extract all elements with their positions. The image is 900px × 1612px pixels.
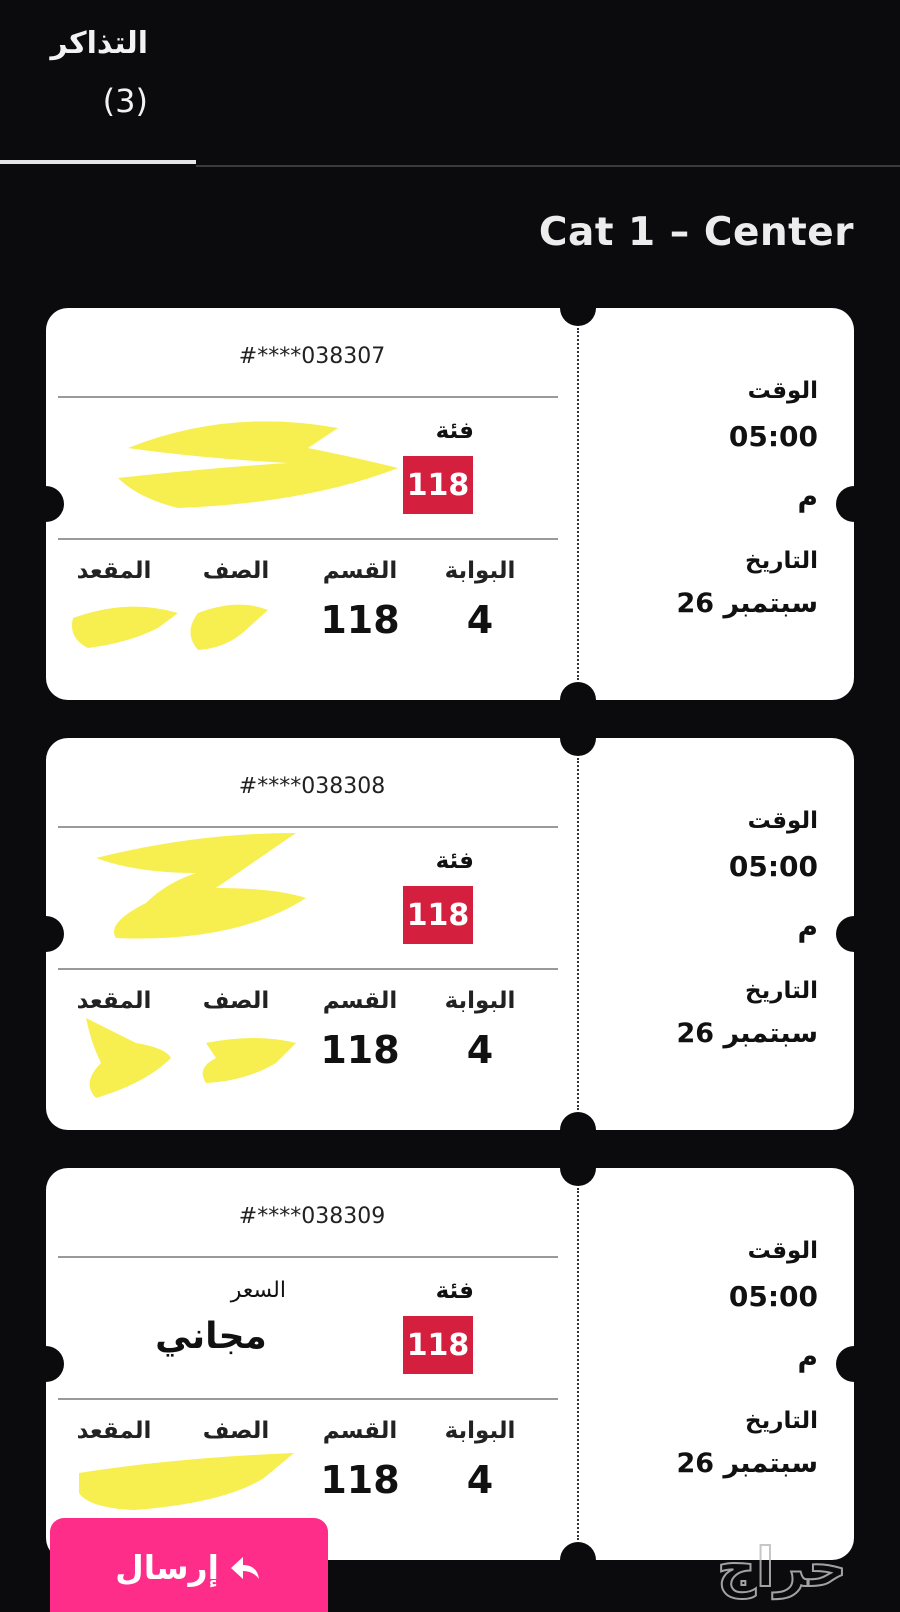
time-value: 05:00 xyxy=(728,420,818,453)
ticket-card[interactable]: #****038307 فئة 118 البوابة القسم الصف ا… xyxy=(28,290,872,718)
ticket-notch xyxy=(836,1346,872,1382)
time-period: م xyxy=(797,1340,818,1373)
date-value: 26 سبتمبر xyxy=(676,588,819,619)
ticket-perforation xyxy=(577,1188,579,1540)
redaction-scribble xyxy=(72,604,268,650)
divider xyxy=(58,396,558,398)
ticket-notch xyxy=(560,720,596,756)
gate-label: البوابة xyxy=(444,558,516,584)
ticket-notch xyxy=(28,916,64,952)
date-label: التاريخ xyxy=(745,978,818,1004)
seat-label: المقعد xyxy=(76,558,152,584)
gate-label: البوابة xyxy=(444,988,516,1014)
haraj-logo-icon: حراج xyxy=(716,1535,848,1600)
section-value: 118 xyxy=(320,598,400,642)
ticket-serial: #****038308 xyxy=(238,774,386,799)
date-label: التاريخ xyxy=(745,548,818,574)
category-label: فئة xyxy=(435,418,474,444)
category-badge: 118 xyxy=(403,456,473,514)
redaction-scribble xyxy=(96,833,306,939)
ticket-card[interactable]: #****038309 فئة 118 السعر مجاني البوابة … xyxy=(28,1150,872,1578)
seat-label: المقعد xyxy=(76,988,152,1014)
divider xyxy=(58,1256,558,1258)
price-label: السعر xyxy=(230,1278,286,1303)
ticket-notch xyxy=(560,1112,596,1148)
gate-value: 4 xyxy=(466,1458,494,1502)
time-label: الوقت xyxy=(747,808,818,834)
divider xyxy=(58,1398,558,1400)
ticket-perforation xyxy=(577,758,579,1110)
haraj-watermark: حراج xyxy=(672,1528,892,1608)
redaction-scribble xyxy=(86,1018,296,1098)
ticket-notch xyxy=(28,1346,64,1382)
section-label: القسم xyxy=(322,558,398,584)
tab-title: التذاكر xyxy=(50,26,148,61)
redaction-scribble xyxy=(79,1453,294,1510)
redaction-scribble xyxy=(118,421,398,508)
send-button-label: إرسال xyxy=(115,1548,219,1587)
category-badge: 118 xyxy=(403,886,473,944)
time-label: الوقت xyxy=(747,1238,818,1264)
date-value: 26 سبتمبر xyxy=(676,1018,819,1049)
tab-count: (3) xyxy=(102,82,148,120)
section-value: 118 xyxy=(320,1458,400,1502)
seat-label: المقعد xyxy=(76,1418,152,1444)
time-period: م xyxy=(797,910,818,943)
time-value: 05:00 xyxy=(728,850,818,883)
ticket-serial: #****038307 xyxy=(238,344,386,369)
divider xyxy=(58,968,558,970)
section-label: القسم xyxy=(322,988,398,1014)
time-label: الوقت xyxy=(747,378,818,404)
time-value: 05:00 xyxy=(728,1280,818,1313)
ticket-notch xyxy=(836,486,872,522)
row-label: الصف xyxy=(202,1418,270,1444)
category-badge: 118 xyxy=(403,1316,473,1374)
gate-value: 4 xyxy=(466,598,494,642)
ticket-card[interactable]: #****038308 فئة 118 البوابة القسم الصف ا… xyxy=(28,720,872,1148)
date-value: 26 سبتمبر xyxy=(676,1448,819,1479)
section-value: 118 xyxy=(320,1028,400,1072)
ticket-notch xyxy=(560,1542,596,1578)
row-label: الصف xyxy=(202,558,270,584)
ticket-serial: #****038309 xyxy=(238,1204,386,1229)
section-label: القسم xyxy=(322,1418,398,1444)
send-button[interactable]: إرسال xyxy=(50,1518,328,1612)
gate-label: البوابة xyxy=(444,1418,516,1444)
category-label: فئة xyxy=(435,1278,474,1304)
svg-text:حراج: حراج xyxy=(717,1536,847,1599)
header-divider xyxy=(196,165,900,167)
ticket-notch xyxy=(560,682,596,718)
category-label: فئة xyxy=(435,848,474,874)
ticket-notch xyxy=(28,486,64,522)
tickets-screen: التذاكر (3) Cat 1 – Center #****038307 ف… xyxy=(0,0,900,1612)
ticket-notch xyxy=(560,290,596,326)
divider xyxy=(58,538,558,540)
ticket-notch xyxy=(836,916,872,952)
tab-tickets[interactable]: التذاكر (3) xyxy=(0,0,196,165)
row-label: الصف xyxy=(202,988,270,1014)
section-title: Cat 1 – Center xyxy=(538,210,854,255)
share-arrow-icon xyxy=(230,1556,259,1579)
gate-value: 4 xyxy=(466,1028,494,1072)
time-period: م xyxy=(797,480,818,513)
ticket-perforation xyxy=(577,328,579,680)
tab-active-indicator xyxy=(0,160,196,164)
ticket-notch xyxy=(560,1150,596,1186)
date-label: التاريخ xyxy=(745,1408,818,1434)
price-value: مجاني xyxy=(155,1316,267,1357)
